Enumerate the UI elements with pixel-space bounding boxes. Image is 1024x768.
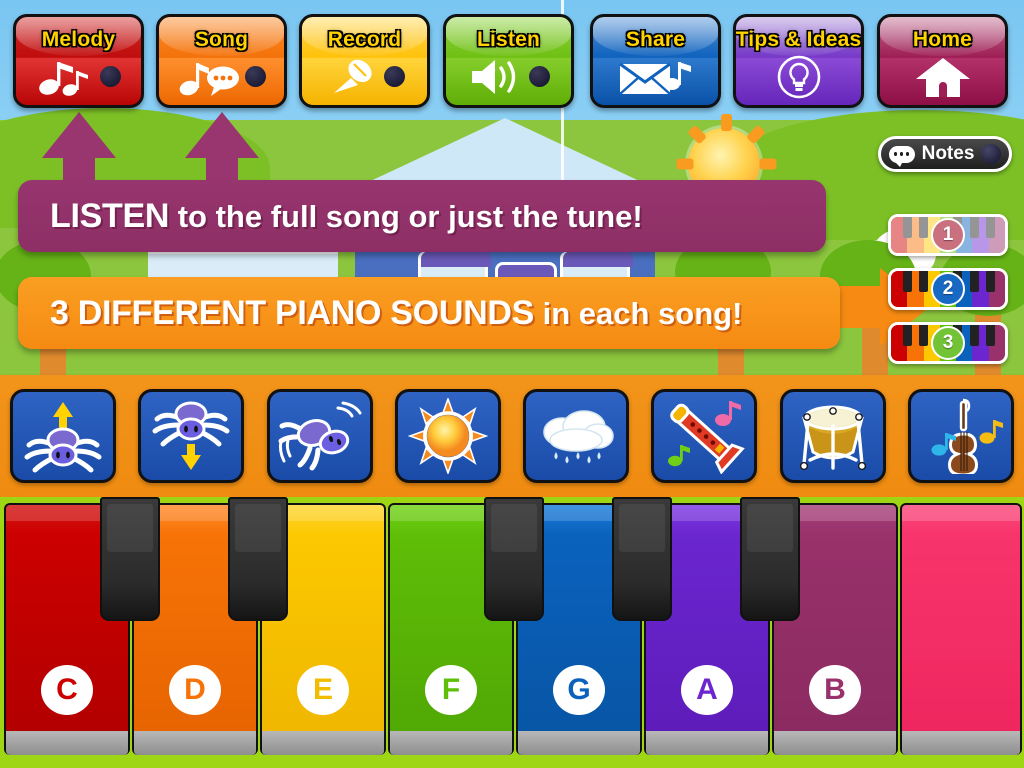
song-button-label: Song	[194, 28, 249, 51]
key-label-C-high	[935, 665, 987, 715]
instrument-recorder[interactable]	[651, 389, 758, 483]
sun-icon	[407, 398, 488, 474]
home-button-label: Home	[912, 28, 973, 51]
black-key-A-sharp[interactable]	[740, 497, 800, 621]
piano-sound-1-badge: 1	[931, 218, 965, 252]
instrument-spider-swing[interactable]	[266, 389, 373, 483]
melody-button-graphics	[16, 48, 141, 105]
music-notes-icon	[38, 61, 88, 96]
timpani-drum-icon	[799, 405, 866, 471]
banner-sounds-text: 3 DIFFERENT PIANO SOUNDS in each song!	[50, 294, 743, 332]
record-button-label: Record	[327, 28, 402, 51]
record-indicator-dot	[383, 66, 405, 87]
piano-sound-selector-2[interactable]: 2	[888, 268, 1008, 310]
instrument-bar	[0, 375, 1024, 497]
listen-button-graphics	[446, 48, 571, 105]
note-speech-icon	[179, 62, 239, 96]
banner-listen: LISTEN to the full song or just the tune…	[18, 180, 826, 252]
key-label-A: A	[681, 665, 733, 715]
spider-swing-icon	[278, 401, 362, 471]
spider-up-icon	[24, 402, 102, 473]
notes-button[interactable]: Notes	[878, 136, 1012, 172]
tips-button-label: Tips & Ideas	[735, 28, 862, 51]
tips-and-ideas-button[interactable]: Tips & Ideas	[733, 14, 864, 108]
black-key-D-sharp[interactable]	[228, 497, 288, 621]
piano-sound-selector-3[interactable]: 3	[888, 322, 1008, 364]
piano-sound-3-badge: 3	[931, 326, 965, 360]
share-button-label: Share	[625, 28, 686, 51]
lightbulb-icon	[777, 55, 820, 98]
record-button-graphics	[302, 48, 427, 105]
recorder-flute-icon	[668, 401, 746, 474]
melody-indicator-dot	[99, 66, 121, 87]
song-indicator-dot	[244, 66, 266, 87]
instrument-sun[interactable]	[394, 389, 501, 483]
top-toolbar: Melody Song Record Listen Share Tips & I…	[0, 0, 1024, 122]
tips-button-graphics	[736, 48, 861, 105]
listen-button[interactable]: Listen	[443, 14, 574, 108]
instrument-spider-down[interactable]	[138, 389, 245, 483]
piano-sound-2-badge: 2	[931, 272, 965, 306]
instrument-rain-cloud[interactable]	[523, 389, 630, 483]
key-label-B: B	[809, 665, 861, 715]
microphone-icon	[333, 59, 372, 93]
instrument-spider-up[interactable]	[10, 389, 116, 483]
white-key-C-high[interactable]	[900, 503, 1022, 755]
house-icon	[915, 57, 970, 97]
piano-sound-selector-1[interactable]: 1	[888, 214, 1008, 256]
key-label-C: C	[41, 665, 93, 715]
key-label-E: E	[297, 665, 349, 715]
banner-listen-text: LISTEN to the full song or just the tune…	[50, 197, 643, 235]
piano-keyboard: C D E F G A B	[0, 497, 1024, 768]
song-button[interactable]: Song	[156, 14, 287, 108]
notes-indicator-dot	[981, 144, 1002, 164]
key-label-D: D	[169, 665, 221, 715]
melody-button-label: Melody	[41, 28, 116, 51]
share-button-graphics	[593, 48, 718, 105]
cello-icon	[931, 398, 1003, 474]
envelope-note-icon	[618, 61, 691, 95]
key-label-G: G	[553, 665, 605, 715]
instrument-cello[interactable]	[907, 389, 1014, 483]
home-button[interactable]: Home	[877, 14, 1008, 108]
speaker-icon	[471, 59, 515, 94]
record-button[interactable]: Record	[299, 14, 430, 108]
speech-bubble-icon	[888, 145, 915, 167]
instrument-timpani[interactable]	[779, 389, 886, 483]
notes-button-label: Notes	[921, 143, 975, 164]
black-key-F-sharp[interactable]	[484, 497, 544, 621]
listen-button-label: Listen	[476, 28, 541, 51]
black-key-G-sharp[interactable]	[612, 497, 672, 621]
spider-down-icon	[152, 401, 230, 470]
rain-cloud-icon	[543, 410, 614, 464]
banner-piano-sounds: 3 DIFFERENT PIANO SOUNDS in each song!	[18, 277, 840, 349]
listen-indicator-dot	[528, 66, 550, 87]
melody-button[interactable]: Melody	[13, 14, 144, 108]
black-key-C-sharp[interactable]	[100, 497, 160, 621]
key-label-F: F	[425, 665, 477, 715]
song-button-graphics	[159, 48, 284, 105]
home-button-graphics	[880, 48, 1005, 105]
share-button[interactable]: Share	[590, 14, 721, 108]
